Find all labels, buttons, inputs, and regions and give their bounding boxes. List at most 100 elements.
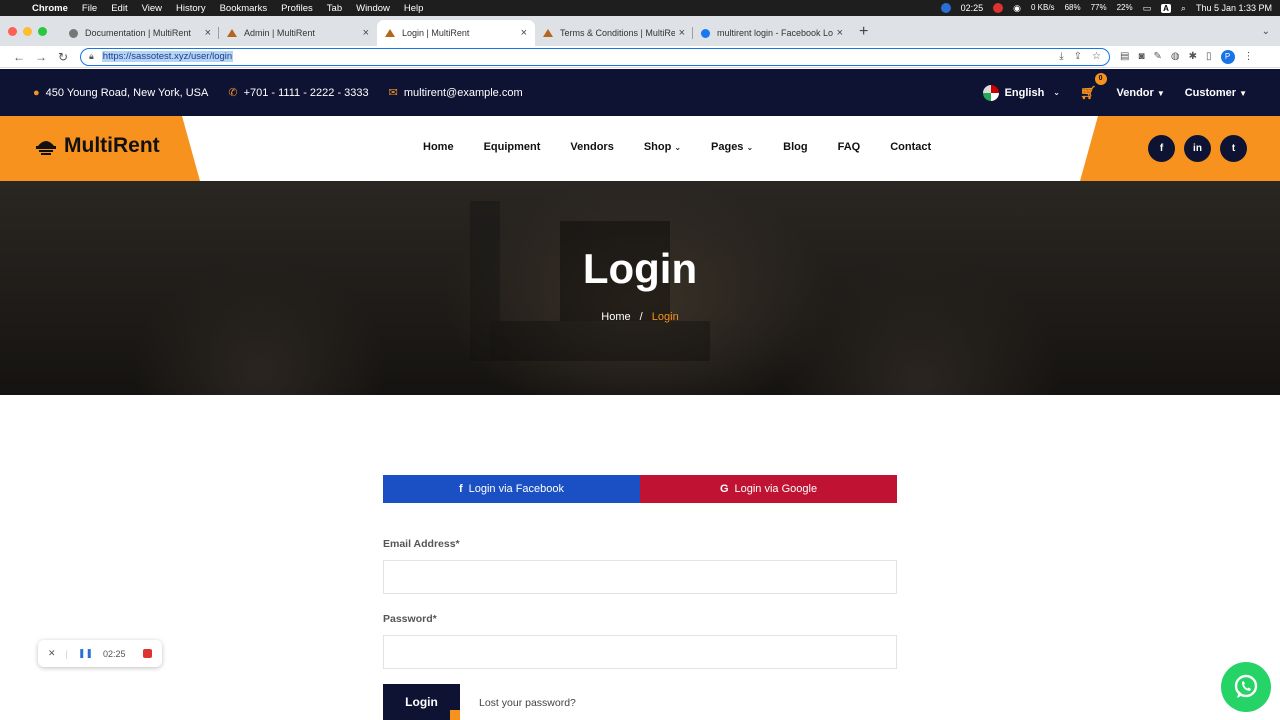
login-button-label: Login [405,695,438,709]
puzzle-icon[interactable]: ✱ [1189,51,1197,62]
nav-blog[interactable]: Blog [783,141,807,153]
reload-icon[interactable]: ↻ [52,50,74,64]
whatsapp-button[interactable] [1221,662,1271,712]
pen-icon[interactable]: ✎ [1154,51,1162,62]
tab-title: Login | MultiRent [402,28,470,38]
breadcrumb-separator: / [639,311,643,323]
menu-edit[interactable]: Edit [111,3,127,14]
back-icon[interactable]: ← [8,50,30,64]
password-field[interactable] [383,635,897,669]
wifi-icon[interactable]: ◉ [1013,3,1021,14]
omnibox-actions: ⤓ ⇪ ☆ [1059,51,1101,62]
menu-profiles[interactable]: Profiles [281,3,313,14]
recording-pause-icon[interactable] [940,3,951,13]
ssd-stat: 68% [1064,3,1081,12]
sidepanel-icon[interactable]: ▯ [1206,51,1212,62]
profile-avatar[interactable]: P [1220,49,1235,64]
tab-login[interactable]: Login | MultiRent × [377,20,535,46]
url-text[interactable]: https://sassotest.xyz/user/login [101,51,234,62]
nav-equipment[interactable]: Equipment [484,141,541,153]
camera-icon[interactable]: ◙ [1138,51,1144,62]
whatsapp-icon [1234,674,1258,698]
menu-help[interactable]: Help [404,3,424,14]
close-tab-icon[interactable]: × [837,27,843,39]
facebook-icon[interactable]: f [1148,135,1175,162]
linkedin-icon[interactable]: in [1184,135,1211,162]
ram-stat: 77% [1090,3,1107,12]
clock[interactable]: Thu 5 Jan 1:33 PM [1196,3,1272,13]
customer-dropdown[interactable]: Customer ▼ [1185,87,1247,99]
menu-window[interactable]: Window [356,3,390,14]
tab-search-icon[interactable]: ⌄ [1262,20,1270,46]
site-logo[interactable]: MultiRent [34,134,160,158]
breadcrumb: Home / Login [0,311,1280,323]
nav-home[interactable]: Home [423,141,454,153]
chevron-down-icon: ⌄ [1053,88,1060,97]
nav-vendors[interactable]: Vendors [570,141,613,153]
tab-terms[interactable]: Terms & Conditions | MultiRent × [535,20,693,46]
close-window-icon[interactable] [8,26,17,36]
phone-text[interactable]: +701 - 1111 - 2222 - 3333 [244,87,369,99]
input-source-icon[interactable]: A [1161,3,1171,13]
login-button[interactable]: Login [383,684,460,720]
menu-tab[interactable]: Tab [327,3,342,14]
maximize-window-icon[interactable] [38,26,47,36]
close-tab-icon[interactable]: × [521,27,527,39]
bookmark-star-icon[interactable]: ☆ [1092,51,1101,62]
twitter-icon[interactable]: t [1220,135,1247,162]
cart-button[interactable]: 🛒︎ 0 [1080,72,1107,101]
window-controls [8,16,47,46]
menu-file[interactable]: File [82,3,97,14]
email-text[interactable]: multirent@example.com [404,87,523,99]
address-bar[interactable]: 🔒︎ https://sassotest.xyz/user/login ⤓ ⇪ … [80,47,1110,66]
cart-badge: 0 [1094,72,1107,85]
phone-info[interactable]: ✆ +701 - 1111 - 2222 - 3333 [228,86,369,100]
recorder-time: 02:25 [102,648,126,659]
address-info: ● 450 Young Road, New York, USA [33,87,208,99]
menu-app[interactable]: Chrome [32,3,68,14]
nav-shop[interactable]: Shop ⌄ [644,141,681,153]
recording-stop-icon[interactable] [993,3,1004,13]
login-facebook-button[interactable]: f Login via Facebook [383,475,640,503]
tab-documentation[interactable]: Documentation | MultiRent × [61,20,219,46]
menu-view[interactable]: View [142,3,162,14]
stop-icon[interactable] [143,649,152,658]
menu-history[interactable]: History [176,3,206,14]
nav-faq[interactable]: FAQ [838,141,861,153]
breadcrumb-home[interactable]: Home [601,311,630,323]
tab-admin[interactable]: Admin | MultiRent × [219,20,377,46]
google-g-icon: G [719,483,729,495]
topbar-right: English ⌄ 🛒︎ 0 Vendor ▼ Customer ▼ [982,72,1247,101]
logo-text: MultiRent [64,134,160,157]
lost-password-link[interactable]: Lost your password? [479,697,576,709]
login-google-button[interactable]: G Login via Google [640,475,897,503]
color-extension-icon[interactable]: ◍ [1171,51,1180,62]
menu-bookmarks[interactable]: Bookmarks [220,3,268,14]
email-field[interactable] [383,560,897,594]
nav-contact[interactable]: Contact [890,141,931,153]
close-tab-icon[interactable]: × [363,27,369,39]
new-tab-icon[interactable]: + [859,20,868,46]
nav-pages[interactable]: Pages ⌄ [711,141,753,153]
share-icon[interactable]: ⇪ [1074,51,1082,62]
spotlight-icon[interactable]: ⌕ [1181,3,1186,14]
cpu-stat: 22% [1116,3,1133,12]
lock-icon[interactable]: 🔒︎ [89,51,94,62]
minimize-window-icon[interactable] [23,26,32,36]
battery-icon[interactable]: ▭ [1143,3,1152,14]
page-title: Login [582,245,698,292]
close-tab-icon[interactable]: × [679,27,685,39]
kebab-menu-icon[interactable]: ⋮ [1244,51,1254,62]
close-icon[interactable]: ✕ [48,648,56,659]
extension-icon[interactable]: ▤ [1120,51,1129,62]
language-selector[interactable]: English ⌄ [982,84,1060,101]
forward-icon[interactable]: → [30,50,52,64]
vendor-dropdown[interactable]: Vendor ▼ [1117,87,1165,99]
vendor-label: Vendor [1116,86,1154,99]
email-info[interactable]: ✉ multirent@example.com [389,86,523,100]
language-label: English [1004,86,1045,99]
install-icon[interactable]: ⤓ [1059,51,1063,62]
close-tab-icon[interactable]: × [205,27,211,39]
tab-facebook[interactable]: multirent login - Facebook Log × [693,20,851,46]
pause-icon[interactable]: ❚❚ [78,648,93,659]
